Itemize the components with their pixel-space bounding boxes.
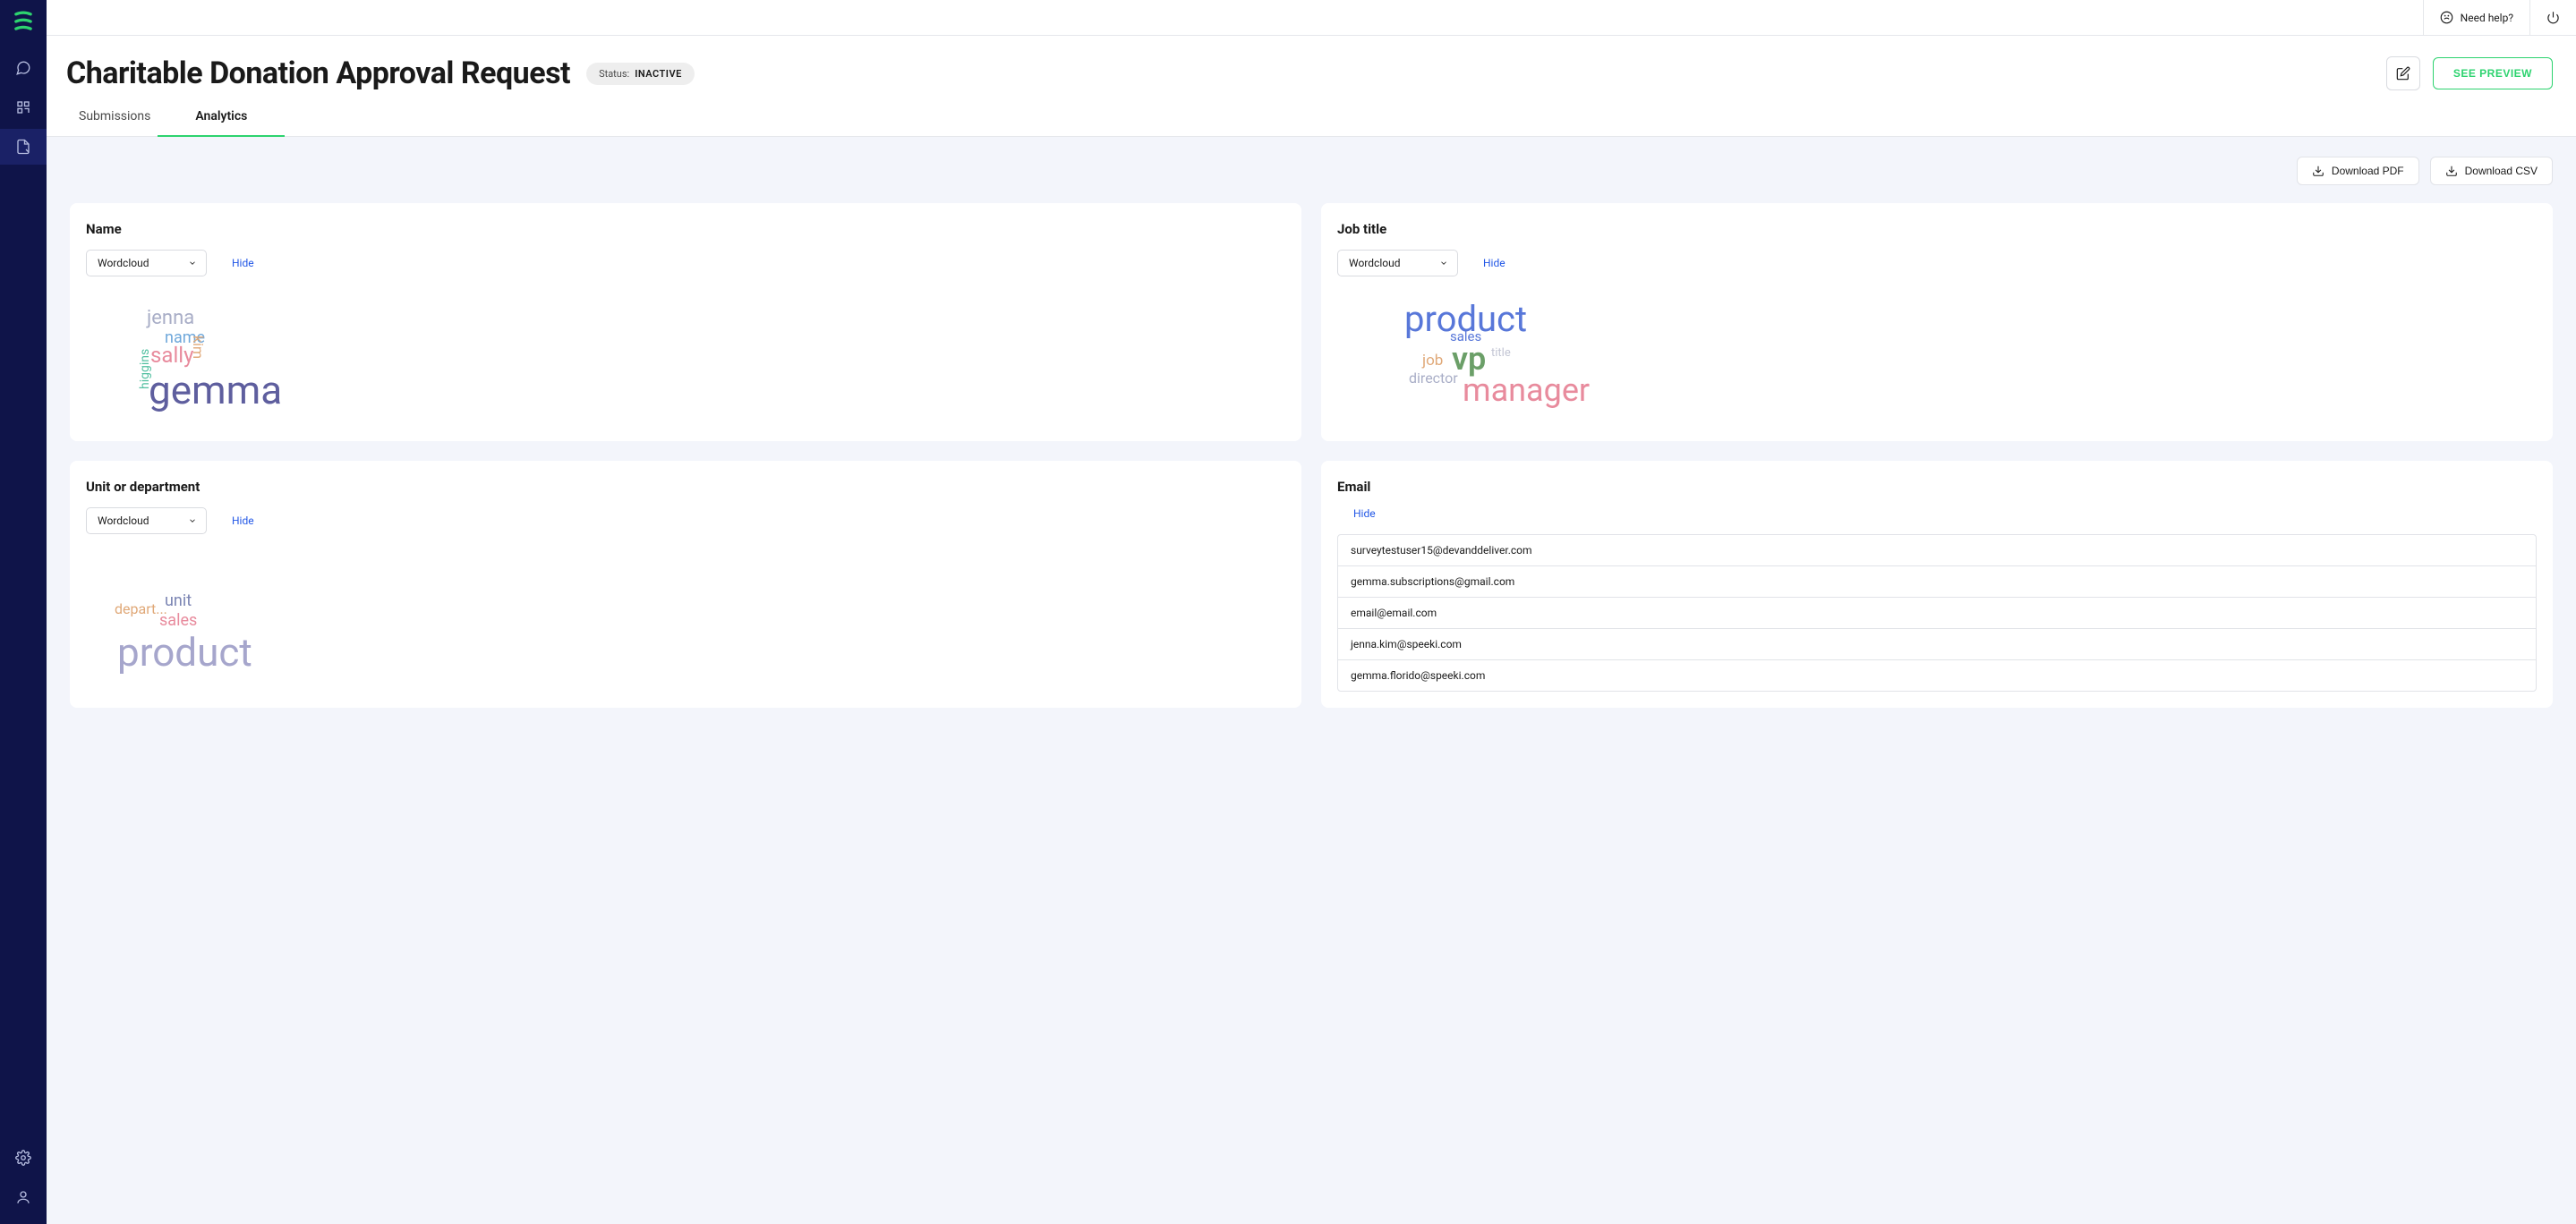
help-icon — [2440, 11, 2453, 24]
name-select-value: Wordcloud — [98, 257, 149, 269]
word-gemma: gemma — [149, 367, 282, 413]
download-pdf-button[interactable]: Download PDF — [2297, 157, 2419, 185]
card-email-title: Email — [1337, 479, 2537, 495]
help-label: Need help? — [2461, 12, 2513, 24]
chevron-down-icon — [188, 259, 197, 268]
word-higgins: higgins — [138, 349, 152, 389]
word-unit: unit — [165, 591, 192, 610]
chevron-down-icon — [188, 516, 197, 525]
nav-profile[interactable] — [0, 1179, 47, 1215]
download-pdf-label: Download PDF — [2332, 165, 2404, 177]
logout-button[interactable] — [2529, 0, 2576, 35]
word-director: director — [1409, 370, 1458, 387]
nav-settings[interactable] — [0, 1140, 47, 1176]
unit-chart-type-select[interactable]: Wordcloud — [86, 507, 207, 534]
sidebar — [0, 0, 47, 1224]
edit-icon — [2396, 66, 2410, 81]
tabs: Submissions Analytics — [47, 91, 2576, 137]
email-row: gemma.florido@speeki.com — [1338, 660, 2536, 691]
page-header: Charitable Donation Approval Request Sta… — [47, 36, 2576, 91]
word-jenna: jenna — [147, 307, 194, 329]
email-row: surveytestuser15@devanddeliver.com — [1338, 535, 2536, 566]
word-depart: depart... — [115, 600, 167, 617]
name-chart-type-select[interactable]: Wordcloud — [86, 250, 207, 276]
word-product2: product — [117, 629, 252, 676]
download-csv-button[interactable]: Download CSV — [2430, 157, 2553, 185]
tab-submissions[interactable]: Submissions — [79, 109, 150, 136]
app-logo — [11, 9, 36, 34]
unit-hide-link[interactable]: Hide — [232, 514, 254, 527]
download-icon — [2312, 165, 2324, 177]
name-hide-link[interactable]: Hide — [232, 257, 254, 269]
jobtitle-select-value: Wordcloud — [1349, 257, 1400, 269]
word-sales: sales — [1450, 328, 1481, 344]
help-button[interactable]: Need help? — [2423, 0, 2529, 35]
status-label: Status: — [599, 68, 629, 80]
card-unit-title: Unit or department — [86, 479, 1285, 495]
download-csv-label: Download CSV — [2465, 165, 2538, 177]
nav-surveys[interactable] — [0, 89, 47, 125]
card-name-title: Name — [86, 221, 1285, 237]
card-jobtitle-title: Job title — [1337, 221, 2537, 237]
jobtitle-hide-link[interactable]: Hide — [1483, 257, 1506, 269]
card-jobtitle: Job title Wordcloud Hide product manager… — [1321, 203, 2553, 441]
jobtitle-chart-type-select[interactable]: Wordcloud — [1337, 250, 1458, 276]
status-badge: Status: INACTIVE — [586, 63, 695, 85]
unit-wordcloud: product unit sales depart... — [122, 548, 1285, 656]
power-icon — [2546, 11, 2560, 24]
chevron-down-icon — [1439, 259, 1448, 268]
nav-messages[interactable] — [0, 50, 47, 86]
edit-button[interactable] — [2386, 56, 2420, 90]
word-title: title — [1491, 346, 1511, 360]
card-unit: Unit or department Wordcloud Hide produc… — [70, 461, 1301, 708]
email-row: gemma.subscriptions@gmail.com — [1338, 566, 2536, 598]
jobtitle-wordcloud: product manager vp sales job director ti… — [1373, 291, 2537, 425]
tab-analytics[interactable]: Analytics — [195, 109, 247, 136]
word-kim: kim — [190, 336, 207, 359]
card-email: Email Hide surveytestuser15@devanddelive… — [1321, 461, 2553, 708]
topbar: Need help? — [47, 0, 2576, 36]
download-icon — [2445, 165, 2458, 177]
name-wordcloud: gemma sally jenna name kim higgins — [122, 291, 1285, 425]
see-preview-button[interactable]: SEE PREVIEW — [2433, 57, 2553, 89]
nav-forms[interactable] — [0, 129, 47, 165]
card-name: Name Wordcloud Hide gemma sally jenna na… — [70, 203, 1301, 441]
word-job: job — [1422, 352, 1443, 370]
page-title: Charitable Donation Approval Request — [66, 55, 570, 91]
unit-select-value: Wordcloud — [98, 514, 149, 527]
email-table: surveytestuser15@devanddeliver.com gemma… — [1337, 534, 2537, 692]
email-row: jenna.kim@speeki.com — [1338, 629, 2536, 660]
email-row: email@email.com — [1338, 598, 2536, 629]
status-value: INACTIVE — [635, 68, 682, 80]
email-hide-link[interactable]: Hide — [1353, 507, 1376, 520]
content-area: Download PDF Download CSV Name Wordcloud — [47, 137, 2576, 1224]
